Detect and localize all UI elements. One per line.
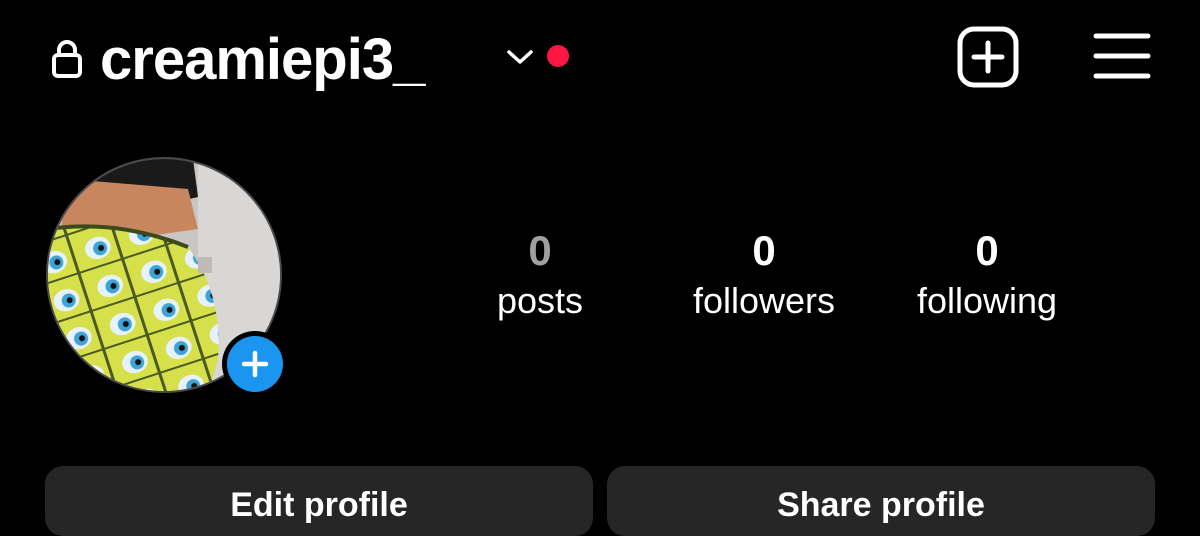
following-stat[interactable]: 0 following: [867, 226, 1107, 326]
plus-square-icon[interactable]: [957, 26, 1019, 88]
posts-count: 0: [528, 227, 552, 274]
posts-label: posts: [496, 280, 584, 321]
add-story-button[interactable]: [222, 331, 288, 397]
following-label: following: [916, 280, 1058, 321]
top-bar: creamiepi3_: [0, 0, 1200, 130]
hamburger-menu-icon[interactable]: [1093, 30, 1151, 82]
posts-stat: 0 posts: [420, 226, 660, 326]
edit-profile-button[interactable]: Edit profile: [45, 466, 593, 536]
following-count: 0: [975, 227, 999, 274]
plus-icon: [241, 350, 269, 378]
share-profile-button[interactable]: Share profile: [607, 466, 1155, 536]
notification-dot: [547, 45, 569, 67]
followers-count: 0: [752, 227, 776, 274]
username-switcher[interactable]: creamiepi3_: [100, 22, 425, 98]
followers-label: followers: [692, 280, 836, 321]
profile-avatar-area: [46, 157, 288, 397]
chevron-down-icon[interactable]: [505, 46, 535, 68]
lock-icon: [52, 40, 82, 78]
followers-stat[interactable]: 0 followers: [644, 226, 884, 326]
